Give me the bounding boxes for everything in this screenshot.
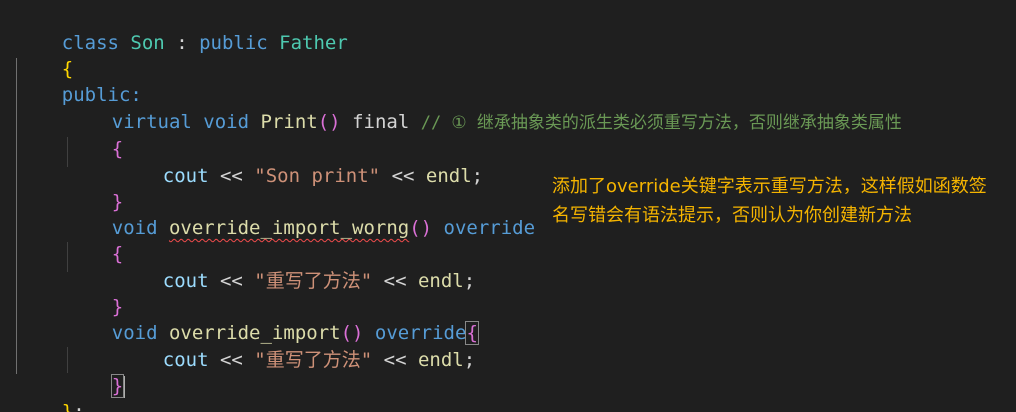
- close-brace: }: [61, 401, 74, 412]
- code-editor[interactable]: class Son : public Father { public: virt…: [0, 0, 1016, 412]
- parens: (): [317, 111, 341, 133]
- code-line[interactable]: public:: [16, 56, 142, 106]
- code-comment: // ① 继承抽象类的派生类必须重写方法，否则继承抽象类属性: [420, 113, 902, 133]
- semicolon: ;: [463, 349, 476, 371]
- cout-identifier: cout: [162, 270, 209, 292]
- code-line[interactable]: }: [66, 347, 126, 398]
- semicolon: ;: [463, 270, 476, 292]
- code-line[interactable]: }: [66, 268, 123, 318]
- keyword-virtual: virtual: [111, 111, 192, 133]
- text-cursor: [123, 375, 126, 398]
- code-line[interactable]: void override_import() override{: [66, 294, 479, 345]
- code-line[interactable]: {: [16, 30, 73, 80]
- code-line[interactable]: cout << "重写了方法" << endl;: [117, 321, 475, 371]
- parens: (): [409, 217, 433, 239]
- keyword-final: final: [352, 111, 410, 133]
- semicolon: ;: [471, 165, 484, 187]
- stream-operator: <<: [380, 165, 426, 187]
- stream-operator: <<: [372, 270, 418, 292]
- class-name: Son: [130, 32, 165, 54]
- function-name: Print: [260, 111, 318, 133]
- string-literal: "Son print": [254, 165, 381, 187]
- base-class-name: Father: [279, 32, 348, 54]
- endl-identifier: endl: [425, 165, 472, 187]
- cout-identifier: cout: [162, 165, 209, 187]
- code-line[interactable]: {: [66, 215, 123, 265]
- colon: :: [164, 32, 200, 54]
- keyword-override: override: [443, 217, 536, 239]
- cout-identifier: cout: [162, 349, 209, 371]
- code-line[interactable]: virtual void Print() final // ① 继承抽象类的派生…: [66, 83, 902, 133]
- semicolon: ;: [73, 401, 85, 412]
- code-line[interactable]: };: [16, 373, 85, 412]
- stream-operator: <<: [372, 349, 418, 371]
- code-line[interactable]: cout << "重写了方法" << endl;: [117, 242, 475, 292]
- endl-identifier: endl: [417, 349, 464, 371]
- stream-operator: <<: [208, 165, 255, 187]
- endl-identifier: endl: [417, 270, 464, 292]
- code-line[interactable]: class Son : public Father: [16, 4, 348, 54]
- code-line[interactable]: cout << "Son print" << endl;: [117, 137, 483, 187]
- stream-operator: <<: [208, 349, 255, 371]
- code-line[interactable]: }: [66, 163, 123, 213]
- stream-operator: <<: [208, 270, 255, 292]
- function-name-error[interactable]: override_import_worng: [169, 217, 409, 239]
- string-literal: "重写了方法": [254, 270, 373, 292]
- annotation-note: 添加了override关键字表示重写方法，这样假如函数签名写错会有语法提示，否则…: [550, 172, 1002, 230]
- code-line[interactable]: void override_import_worng() override: [66, 189, 535, 239]
- code-line[interactable]: {: [66, 110, 123, 160]
- keyword-void: void: [203, 111, 250, 133]
- keyword-public: public: [199, 32, 268, 54]
- close-brace-highlighted: }: [110, 374, 125, 398]
- string-literal: "重写了方法": [254, 349, 373, 371]
